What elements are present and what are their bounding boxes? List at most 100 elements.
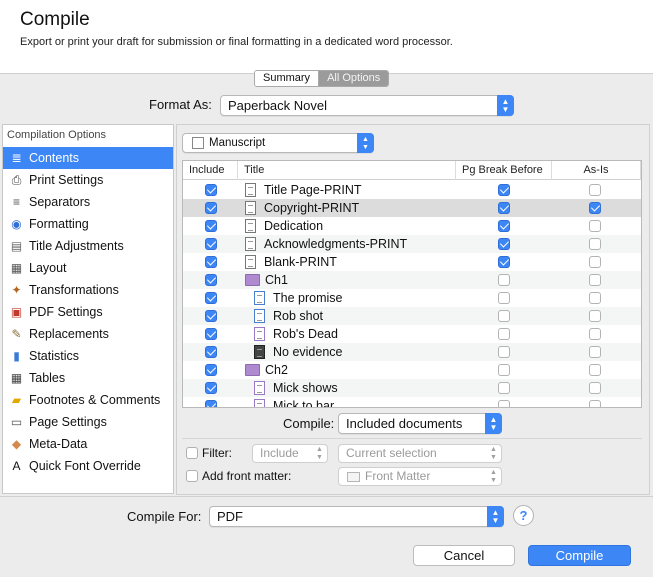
manuscript-select[interactable]: Manuscript ▲ ▼ bbox=[182, 133, 374, 153]
pgbreak-checkbox[interactable] bbox=[498, 220, 510, 232]
include-checkbox[interactable] bbox=[205, 310, 217, 322]
sidebar-item-footnotes-comments[interactable]: ▰ Footnotes & Comments bbox=[3, 389, 173, 411]
filter-selection-select[interactable]: Current selection ▲ ▼ bbox=[338, 444, 502, 463]
pgbreak-checkbox[interactable] bbox=[498, 310, 510, 322]
asis-checkbox[interactable] bbox=[589, 382, 601, 394]
summary-tab[interactable]: Summary bbox=[255, 71, 320, 86]
contents-icon: ≣ bbox=[11, 151, 22, 165]
sidebar-item-meta-data[interactable]: ◆ Meta-Data bbox=[3, 433, 173, 455]
include-checkbox[interactable] bbox=[205, 202, 217, 214]
table-row[interactable]: Mick shows bbox=[183, 379, 641, 397]
table-row[interactable]: Ch2 bbox=[183, 361, 641, 379]
pgbreak-checkbox[interactable] bbox=[498, 256, 510, 268]
include-checkbox[interactable] bbox=[205, 256, 217, 268]
document-icon bbox=[254, 327, 265, 341]
asis-checkbox[interactable] bbox=[589, 184, 601, 196]
compile-button[interactable]: Compile bbox=[528, 545, 631, 566]
font-icon: A bbox=[12, 459, 21, 473]
pgbreak-checkbox[interactable] bbox=[498, 274, 510, 286]
compile-select[interactable]: Included documents ▲ ▼ bbox=[338, 413, 502, 434]
asis-checkbox[interactable] bbox=[589, 238, 601, 250]
table-row[interactable]: The promise bbox=[183, 289, 641, 307]
front-matter-select[interactable]: Front Matter ▲ ▼ bbox=[338, 467, 502, 486]
layout-icon: ▦ bbox=[10, 261, 23, 275]
pgbreak-checkbox[interactable] bbox=[498, 346, 510, 358]
asis-checkbox[interactable] bbox=[589, 400, 601, 407]
filter-label: Filter: bbox=[202, 446, 232, 460]
row-title: Mick to bar bbox=[273, 399, 335, 408]
all-options-tab[interactable]: All Options bbox=[319, 71, 389, 86]
pgbreak-checkbox[interactable] bbox=[498, 382, 510, 394]
asis-checkbox[interactable] bbox=[589, 256, 601, 268]
include-checkbox[interactable] bbox=[205, 382, 217, 394]
sidebar-item-page-settings[interactable]: ▭ Page Settings bbox=[3, 411, 173, 433]
dialog-title: Compile bbox=[20, 9, 90, 30]
table-row[interactable]: Title Page-PRINT bbox=[183, 181, 641, 199]
row-title: Mick shows bbox=[273, 381, 338, 395]
table-row[interactable]: Dedication bbox=[183, 217, 641, 235]
table-row[interactable]: Rob shot bbox=[183, 307, 641, 325]
sidebar-item-tables[interactable]: ▦ Tables bbox=[3, 367, 173, 389]
include-checkbox[interactable] bbox=[205, 400, 217, 407]
include-checkbox[interactable] bbox=[205, 238, 217, 250]
pgbreak-checkbox[interactable] bbox=[498, 400, 510, 407]
sidebar-item-statistics[interactable]: ▮ Statistics bbox=[3, 345, 173, 367]
help-button[interactable]: ? bbox=[513, 505, 534, 526]
asis-checkbox[interactable] bbox=[589, 310, 601, 322]
sidebar-item-separators[interactable]: ≡ Separators bbox=[3, 191, 173, 213]
filter-checkbox[interactable] bbox=[186, 447, 198, 459]
col-pgbreak[interactable]: Pg Break Before bbox=[456, 161, 552, 180]
cancel-button[interactable]: Cancel bbox=[413, 545, 515, 566]
pgbreak-checkbox[interactable] bbox=[498, 238, 510, 250]
sidebar-item-replacements[interactable]: ✎ Replacements bbox=[3, 323, 173, 345]
sidebar-item-label: Layout bbox=[29, 261, 67, 275]
pgbreak-checkbox[interactable] bbox=[498, 202, 510, 214]
row-title: Blank-PRINT bbox=[264, 255, 337, 269]
sidebar-item-layout[interactable]: ▦ Layout bbox=[3, 257, 173, 279]
pgbreak-checkbox[interactable] bbox=[498, 328, 510, 340]
front-matter-checkbox[interactable] bbox=[186, 470, 198, 482]
col-title[interactable]: Title bbox=[238, 161, 456, 180]
table-row[interactable]: Mick to bar bbox=[183, 397, 641, 408]
sidebar-item-quick-font-override[interactable]: A Quick Font Override bbox=[3, 455, 173, 477]
filter-mode-select[interactable]: Include ▲ ▼ bbox=[252, 444, 328, 463]
asis-checkbox[interactable] bbox=[589, 328, 601, 340]
view-mode-segmented-control: Summary All Options bbox=[254, 70, 390, 87]
asis-checkbox[interactable] bbox=[589, 274, 601, 286]
row-title: No evidence bbox=[273, 345, 343, 359]
asis-checkbox[interactable] bbox=[589, 220, 601, 232]
table-row[interactable]: Copyright-PRINT bbox=[183, 199, 641, 217]
include-checkbox[interactable] bbox=[205, 346, 217, 358]
sidebar-item-print-settings[interactable]: ⎙ Print Settings bbox=[3, 169, 173, 191]
sidebar-item-transformations[interactable]: ✦ Transformations bbox=[3, 279, 173, 301]
table-row[interactable]: Ch1 bbox=[183, 271, 641, 289]
include-checkbox[interactable] bbox=[205, 292, 217, 304]
pgbreak-checkbox[interactable] bbox=[498, 292, 510, 304]
sidebar-item-pdf-settings[interactable]: ▣ PDF Settings bbox=[3, 301, 173, 323]
compile-for-select[interactable]: PDF ▲ ▼ bbox=[209, 506, 504, 527]
include-checkbox[interactable] bbox=[205, 184, 217, 196]
include-checkbox[interactable] bbox=[205, 328, 217, 340]
replace-icon: ✎ bbox=[11, 327, 22, 341]
table-row[interactable]: Blank-PRINT bbox=[183, 253, 641, 271]
asis-checkbox[interactable] bbox=[589, 292, 601, 304]
format-as-select[interactable]: Paperback Novel ▲ ▼ bbox=[220, 95, 514, 116]
col-include[interactable]: Include bbox=[183, 161, 238, 180]
compile-value: Included documents bbox=[346, 416, 463, 431]
pgbreak-checkbox[interactable] bbox=[498, 184, 510, 196]
asis-checkbox[interactable] bbox=[589, 346, 601, 358]
include-checkbox[interactable] bbox=[205, 220, 217, 232]
pgbreak-checkbox[interactable] bbox=[498, 364, 510, 376]
table-row[interactable]: Rob's Dead bbox=[183, 325, 641, 343]
sidebar-item-title-adjustments[interactable]: ▤ Title Adjustments bbox=[3, 235, 173, 257]
chevron-updown-icon: ▲ ▼ bbox=[487, 506, 504, 527]
asis-checkbox[interactable] bbox=[589, 364, 601, 376]
asis-checkbox[interactable] bbox=[589, 202, 601, 214]
table-row[interactable]: Acknowledgments-PRINT bbox=[183, 235, 641, 253]
include-checkbox[interactable] bbox=[205, 274, 217, 286]
table-row[interactable]: No evidence bbox=[183, 343, 641, 361]
sidebar-item-formatting[interactable]: ◉ Formatting bbox=[3, 213, 173, 235]
sidebar-item-contents[interactable]: ≣ Contents bbox=[3, 147, 173, 169]
col-asis[interactable]: As-Is bbox=[552, 161, 641, 180]
include-checkbox[interactable] bbox=[205, 364, 217, 376]
